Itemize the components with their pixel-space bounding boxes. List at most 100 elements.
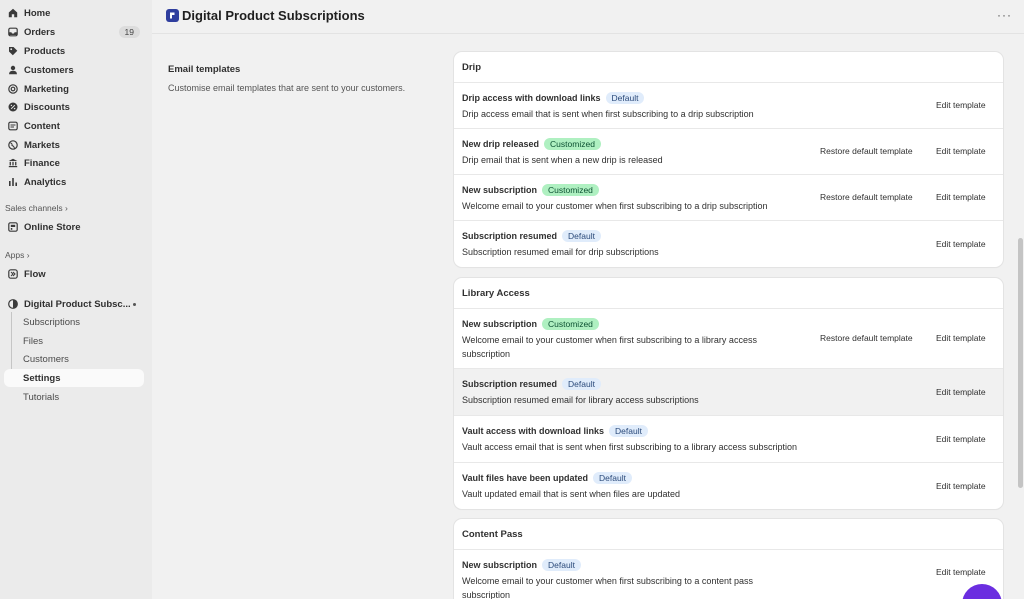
- discount-icon: [7, 102, 18, 113]
- sidebar-item-label: Finance: [24, 157, 60, 169]
- sidebar-item-home[interactable]: Home: [4, 4, 144, 22]
- sidebar-item-label: Flow: [24, 268, 46, 280]
- template-name-text: Drip access with download links: [462, 93, 601, 103]
- sidebar-item-discounts[interactable]: Discounts: [4, 98, 144, 116]
- template-description: Drip email that is sent when a new drip …: [462, 155, 663, 165]
- sidebar-item-label: Online Store: [24, 221, 81, 233]
- edit-template-button[interactable]: Edit template: [936, 333, 986, 343]
- sidebar-item-markets[interactable]: Markets: [4, 136, 144, 154]
- template-description: Welcome email to your customer when firs…: [462, 201, 768, 211]
- template-card-content-pass: Content Pass New subscription Default Welco…: [454, 519, 1003, 599]
- template-name-text: Subscription resumed: [462, 379, 558, 389]
- template-row: Vault files have been updated Default Vaul…: [454, 462, 1003, 509]
- status-badge: Default: [562, 230, 601, 242]
- person-icon: [7, 65, 18, 76]
- card-title: Library Access: [462, 288, 530, 299]
- template-name: New subscription Customized: [462, 318, 599, 330]
- app-logo-icon: [166, 9, 179, 22]
- section-description: Customise email templates that are sent …: [168, 83, 406, 93]
- template-row: New drip released Customized Drip email th…: [454, 128, 1003, 174]
- template-name: New subscription Default: [462, 559, 581, 571]
- template-row: New subscription Customized Welcome email …: [454, 174, 1003, 220]
- app-icon: [7, 299, 18, 310]
- status-badge: Default: [542, 559, 581, 571]
- status-badge: Default: [562, 378, 601, 390]
- template-row: Vault access with download links Default V…: [454, 415, 1003, 462]
- template-name: Drip access with download links Default: [462, 92, 645, 104]
- sidebar-subitem-label: Settings: [23, 372, 61, 384]
- template-name-text: Vault files have been updated: [462, 473, 589, 483]
- template-name-text: Subscription resumed: [462, 231, 558, 241]
- sidebar-item-label: Analytics: [24, 176, 67, 188]
- template-name: New subscription Customized: [462, 184, 599, 196]
- sidebar-item-marketing[interactable]: Marketing: [4, 80, 144, 98]
- sidebar-item-analytics[interactable]: Analytics: [4, 173, 144, 191]
- restore-default-button[interactable]: Restore default template: [820, 192, 913, 202]
- template-description: Welcome email to your customer when firs…: [462, 335, 757, 359]
- sidebar-item-content[interactable]: Content: [4, 117, 144, 135]
- card-title: Drip: [462, 62, 481, 73]
- more-actions-button[interactable]: ···: [997, 8, 1012, 22]
- status-badge: Default: [609, 425, 648, 437]
- edit-template-button[interactable]: Edit template: [936, 192, 986, 202]
- template-row: New subscription Default Welcome email to …: [454, 549, 1003, 599]
- bank-icon: [7, 158, 18, 169]
- globe-icon: [7, 140, 18, 151]
- edit-template-button[interactable]: Edit template: [936, 239, 986, 249]
- template-name: Vault files have been updated Default: [462, 472, 632, 484]
- sidebar-item-orders[interactable]: Orders 19: [4, 23, 144, 41]
- section-title: Email templates: [168, 64, 241, 75]
- apps-heading[interactable]: Apps ›: [5, 250, 30, 260]
- template-row: New subscription Customized Welcome email …: [454, 308, 1003, 368]
- edit-template-button[interactable]: Edit template: [936, 567, 986, 577]
- edit-template-button[interactable]: Edit template: [936, 481, 986, 491]
- home-icon: [7, 8, 18, 19]
- scrollbar[interactable]: [1018, 238, 1023, 488]
- tag-icon: [7, 46, 18, 57]
- content-icon: [7, 121, 18, 132]
- restore-default-button[interactable]: Restore default template: [820, 146, 913, 156]
- status-badge: Customized: [542, 184, 599, 196]
- template-name: Subscription resumed Default: [462, 378, 601, 390]
- store-icon: [7, 222, 18, 233]
- sidebar-item-customers[interactable]: Customers: [4, 61, 144, 79]
- status-badge: Default: [593, 472, 632, 484]
- edit-template-button[interactable]: Edit template: [936, 387, 986, 397]
- template-name-text: Vault access with download links: [462, 426, 605, 436]
- sidebar-subitem-files[interactable]: Files: [4, 332, 144, 350]
- sidebar-subitem-subscriptions[interactable]: Subscriptions: [4, 313, 144, 331]
- template-description: Welcome email to your customer when firs…: [462, 576, 753, 599]
- restore-default-button[interactable]: Restore default template: [820, 333, 913, 343]
- sidebar-item-products[interactable]: Products: [4, 42, 144, 60]
- sidebar-subitem-tutorials[interactable]: Tutorials: [4, 388, 144, 406]
- sales-channels-heading[interactable]: Sales channels ›: [5, 203, 68, 213]
- sidebar-item-flow[interactable]: Flow: [4, 265, 144, 283]
- sidebar-subitem-settings[interactable]: Settings: [4, 369, 144, 387]
- template-name: New drip released Customized: [462, 138, 601, 150]
- sidebar-subitem-customers[interactable]: Customers: [4, 350, 144, 368]
- card-title: Content Pass: [462, 529, 523, 540]
- edit-template-button[interactable]: Edit template: [936, 434, 986, 444]
- sidebar-item-online-store[interactable]: Online Store: [4, 218, 144, 236]
- sidebar-item-label: Orders: [24, 26, 56, 38]
- template-description: Vault updated email that is sent when fi…: [462, 489, 680, 499]
- template-name-text: New drip released: [462, 139, 540, 149]
- sidebar-subitem-label: Files: [23, 335, 44, 347]
- edit-template-button[interactable]: Edit template: [936, 100, 986, 110]
- sidebar-item-finance[interactable]: Finance: [4, 154, 144, 172]
- sidebar-item-label: Marketing: [24, 83, 69, 95]
- template-name-text: New subscription: [462, 560, 538, 570]
- sidebar-app-digital-product-subscriptions[interactable]: Digital Product Subsc...: [4, 295, 144, 313]
- template-row: Subscription resumed Default Subscription …: [454, 368, 1003, 415]
- orders-icon: [7, 27, 18, 38]
- template-description: Subscription resumed email for drip subs…: [462, 247, 659, 257]
- page-title: Digital Product Subscriptions: [182, 8, 365, 23]
- edit-template-button[interactable]: Edit template: [936, 146, 986, 156]
- template-name: Subscription resumed Default: [462, 230, 601, 242]
- template-description: Subscription resumed email for library a…: [462, 395, 699, 405]
- sidebar-item-label: Markets: [24, 139, 60, 151]
- sidebar: Home Orders 19 Products Customers Marketing Di…: [0, 0, 152, 599]
- flow-icon: [7, 269, 18, 280]
- sidebar-item-label: Digital Product Subsc...: [24, 298, 131, 310]
- template-row: Drip access with download links Default Dr…: [454, 82, 1003, 128]
